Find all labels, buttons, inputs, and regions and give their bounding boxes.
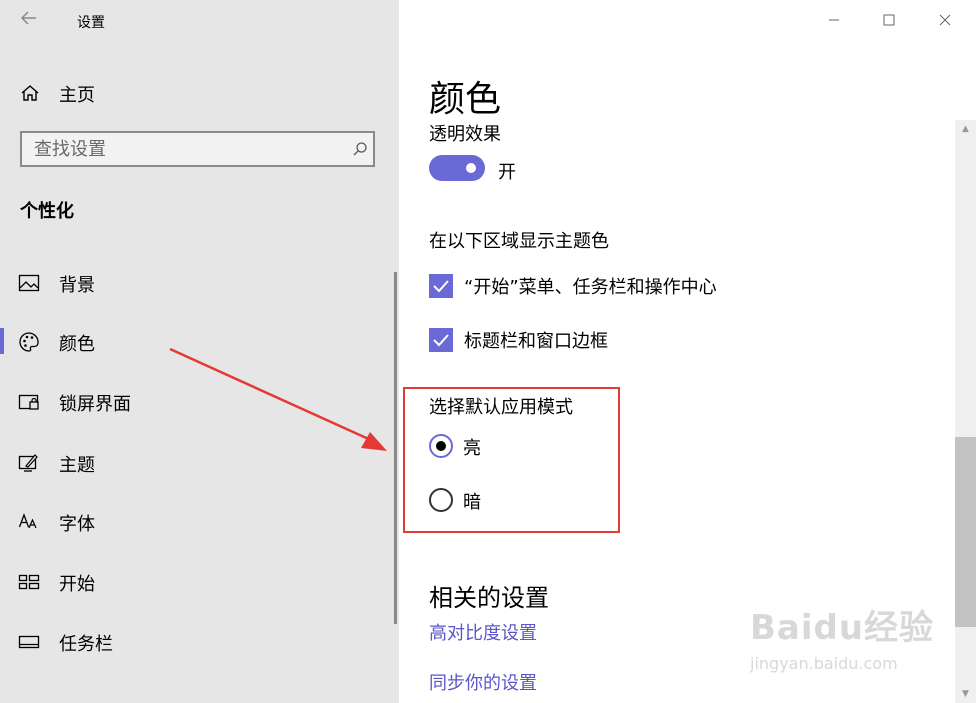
- sidebar-section-title: 个性化: [20, 201, 74, 222]
- font-icon: [18, 511, 40, 533]
- sidebar-item-home[interactable]: 主页: [0, 76, 395, 110]
- sidebar-item-taskbar[interactable]: 任务栏: [0, 625, 390, 659]
- taskbar-icon: [18, 631, 40, 653]
- picture-icon: [18, 272, 40, 294]
- annotation-arrow: [165, 340, 395, 464]
- accent-surfaces-heading: 在以下区域显示主题色: [429, 231, 609, 252]
- palette-icon: [18, 331, 40, 353]
- start-taskbar-checkbox-row[interactable]: “开始”菜单、任务栏和操作中心: [429, 272, 749, 300]
- baidu-watermark: Baidu经验 jingyan.baidu.com: [750, 600, 950, 685]
- content-scrollbar-thumb[interactable]: [955, 437, 976, 627]
- sync-settings-link[interactable]: 同步你的设置: [429, 669, 537, 695]
- sidebar-item-background[interactable]: 背景: [0, 266, 390, 300]
- checkbox-label: 标题栏和窗口边框: [464, 331, 608, 352]
- radio-label: 亮: [463, 438, 481, 459]
- transparency-label: 透明效果: [429, 124, 501, 145]
- sidebar-item-start[interactable]: 开始: [0, 565, 390, 599]
- lock-screen-icon: [18, 391, 40, 413]
- minimize-button[interactable]: [811, 0, 857, 40]
- home-icon: [19, 82, 41, 104]
- sidebar-item-label: 字体: [59, 514, 95, 535]
- checkbox[interactable]: [429, 328, 453, 352]
- watermark-url: jingyan.baidu.com: [750, 654, 898, 673]
- radio-button[interactable]: [429, 434, 453, 458]
- sidebar-item-label: 颜色: [59, 334, 95, 355]
- sidebar-item-label: 任务栏: [59, 634, 113, 655]
- search-icon[interactable]: [352, 141, 368, 161]
- settings-search-box[interactable]: [20, 131, 375, 167]
- radio-light[interactable]: 亮: [429, 433, 549, 461]
- sidebar-item-label: 主题: [59, 455, 95, 476]
- window-title: 设置: [77, 15, 105, 31]
- close-icon: [939, 11, 951, 30]
- toggle-state-label: 开: [498, 162, 516, 183]
- search-input[interactable]: [34, 139, 334, 159]
- close-button[interactable]: [922, 0, 968, 40]
- scroll-down-icon[interactable]: ▼: [955, 685, 976, 703]
- radio-dot: [436, 441, 446, 451]
- back-arrow-icon[interactable]: [20, 9, 40, 31]
- checkbox[interactable]: [429, 274, 453, 298]
- app-mode-heading: 选择默认应用模式: [429, 397, 573, 418]
- radio-label: 暗: [463, 492, 481, 513]
- maximize-icon: [883, 11, 895, 30]
- page-title: 颜色: [429, 79, 502, 120]
- sidebar-item-label: 主页: [59, 85, 95, 106]
- sidebar-item-label: 开始: [59, 574, 95, 595]
- radio-dark[interactable]: 暗: [429, 487, 549, 515]
- high-contrast-link[interactable]: 高对比度设置: [429, 619, 537, 645]
- transparency-toggle[interactable]: [429, 155, 485, 181]
- watermark-brand: Baidu经验: [750, 608, 935, 648]
- toggle-knob: [466, 163, 476, 173]
- related-settings-heading: 相关的设置: [429, 584, 549, 612]
- titlebar-checkbox-row[interactable]: 标题栏和窗口边框: [429, 326, 669, 354]
- scroll-up-icon[interactable]: ▲: [955, 120, 976, 138]
- theme-icon: [18, 452, 40, 474]
- sidebar-item-label: 锁屏界面: [59, 394, 131, 415]
- checkbox-label: “开始”菜单、任务栏和操作中心: [464, 277, 717, 298]
- maximize-button[interactable]: [866, 0, 912, 40]
- radio-button[interactable]: [429, 488, 453, 512]
- start-icon: [18, 571, 40, 593]
- sidebar-item-fonts[interactable]: 字体: [0, 505, 390, 539]
- sidebar-item-label: 背景: [59, 275, 95, 296]
- minimize-icon: [828, 11, 840, 30]
